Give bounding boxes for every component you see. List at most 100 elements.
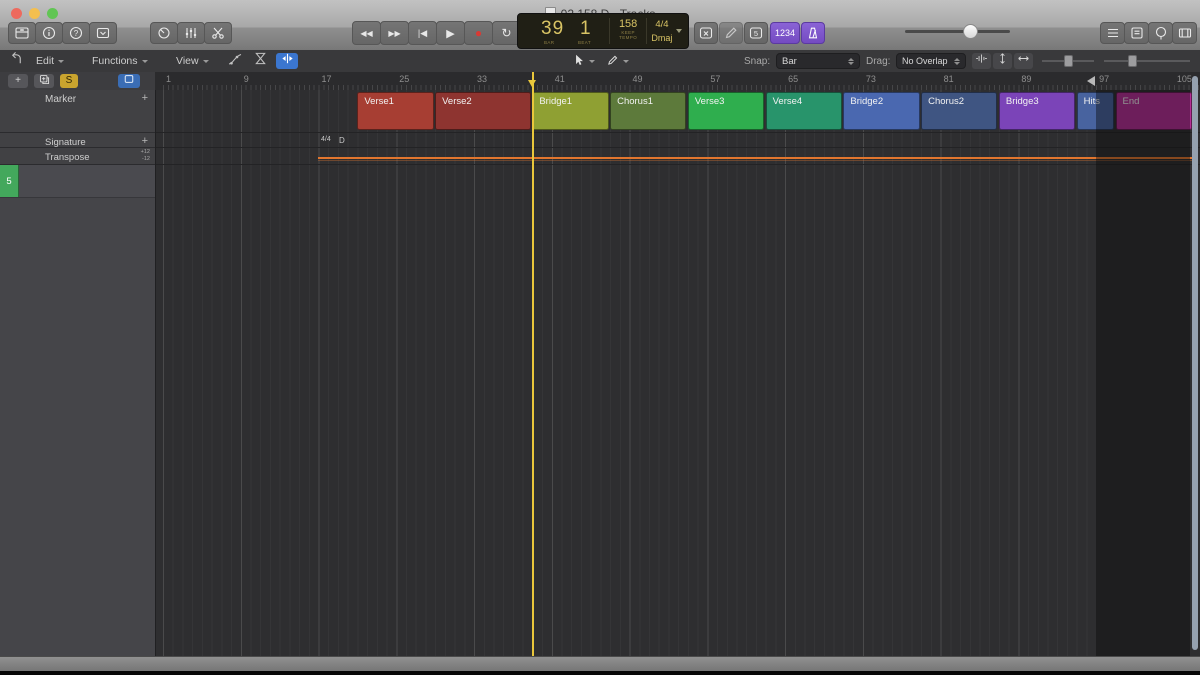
vertical-auto-zoom-button[interactable] bbox=[993, 53, 1012, 69]
arrangement-marker[interactable]: Verse2 bbox=[435, 92, 531, 130]
quick-help-button[interactable]: ? bbox=[62, 22, 90, 44]
pencil-tool-icon bbox=[606, 53, 619, 70]
catch-playhead-icon bbox=[280, 51, 295, 71]
browsers-button[interactable] bbox=[1172, 22, 1197, 44]
lcd-beat-label: BEAT bbox=[578, 40, 591, 45]
transpose-lane[interactable] bbox=[155, 148, 1200, 165]
transpose-track-header[interactable]: Transpose+12-12 bbox=[0, 148, 155, 165]
vertical-scrollbar[interactable] bbox=[1192, 76, 1198, 650]
volume-knob[interactable] bbox=[963, 24, 978, 39]
vertical-zoom-slider[interactable] bbox=[1042, 58, 1094, 63]
record-button[interactable]: ● bbox=[464, 21, 493, 45]
lcd-chevron-icon[interactable] bbox=[676, 29, 682, 33]
marker-track-header[interactable]: Marker + bbox=[0, 90, 155, 133]
signature-track-header[interactable]: Signature+ bbox=[0, 133, 155, 148]
horizontal-zoom-slider[interactable] bbox=[1104, 58, 1190, 63]
bar-ruler[interactable]: 191725334149576573818997105 bbox=[155, 72, 1200, 91]
view-menu[interactable]: View bbox=[176, 50, 209, 72]
arrangement-marker[interactable]: Chorus1 bbox=[610, 92, 686, 130]
library-button[interactable] bbox=[8, 22, 36, 44]
duplicate-track-button[interactable] bbox=[34, 74, 54, 88]
left-click-tool-menu[interactable] bbox=[572, 50, 595, 72]
count-in-label: 1234 bbox=[775, 28, 795, 38]
horizontal-auto-zoom-button[interactable] bbox=[1014, 53, 1033, 69]
editors-button[interactable] bbox=[204, 22, 232, 44]
info-icon bbox=[41, 25, 57, 41]
arrangement-marker[interactable]: Verse3 bbox=[688, 92, 764, 130]
record-icon: ● bbox=[475, 26, 482, 40]
rewind-button[interactable]: ◀◀ bbox=[352, 21, 381, 45]
waveform-zoom-icon bbox=[974, 52, 989, 70]
drag-select[interactable]: No Overlap bbox=[896, 53, 966, 69]
metronome-button[interactable] bbox=[801, 22, 825, 44]
arrangement-marker[interactable]: Chorus2 bbox=[921, 92, 997, 130]
play-button[interactable]: ▶ bbox=[436, 21, 465, 45]
ruler-bar-number: 65 bbox=[788, 74, 798, 84]
window-bottom-bar bbox=[0, 656, 1200, 672]
list-editors-button[interactable] bbox=[1100, 22, 1125, 44]
arrange-area[interactable]: Verse1Verse2Bridge1Chorus1Verse3Verse4Br… bbox=[155, 90, 1200, 656]
arrangement-marker[interactable]: Verse4 bbox=[766, 92, 842, 130]
forward-icon: ▶▶ bbox=[388, 29, 400, 38]
automation-button[interactable] bbox=[224, 53, 246, 69]
mixer-button[interactable] bbox=[177, 22, 205, 44]
arrangement-marker[interactable]: Bridge3 bbox=[999, 92, 1075, 130]
count-in-button[interactable]: 1234 bbox=[770, 22, 800, 44]
pointer-tool-icon bbox=[572, 53, 585, 70]
stop-to-start-button[interactable]: |◀ bbox=[408, 21, 437, 45]
bar-grid bbox=[163, 90, 1096, 656]
vertical-zoom-knob[interactable] bbox=[1064, 55, 1073, 67]
playhead[interactable] bbox=[532, 72, 534, 656]
edit-menu[interactable]: Edit bbox=[36, 50, 64, 72]
command-click-tool-menu[interactable] bbox=[606, 50, 629, 72]
marker-lane[interactable]: Verse1Verse2Bridge1Chorus1Verse3Verse4Br… bbox=[155, 90, 1200, 133]
list-icon bbox=[1105, 25, 1121, 41]
screen-edge bbox=[0, 671, 1200, 675]
horizontal-zoom-knob[interactable] bbox=[1128, 55, 1137, 67]
solo-off-button[interactable] bbox=[694, 22, 718, 44]
nav-back-button[interactable] bbox=[6, 53, 26, 69]
arrangement-marker[interactable]: Bridge1 bbox=[532, 92, 608, 130]
apple-loops-button[interactable] bbox=[1148, 22, 1173, 44]
pencil-icon bbox=[723, 25, 739, 41]
x-box-icon bbox=[698, 25, 714, 41]
functions-menu[interactable]: Functions bbox=[92, 50, 148, 72]
five-box-icon: 5 bbox=[748, 25, 764, 41]
forward-button[interactable]: ▶▶ bbox=[380, 21, 409, 45]
svg-text:?: ? bbox=[74, 29, 79, 38]
arrangement-marker[interactable]: Bridge2 bbox=[843, 92, 919, 130]
catch-playhead-button[interactable] bbox=[276, 53, 298, 69]
global-solo-button[interactable]: S bbox=[60, 74, 78, 88]
flex-button[interactable] bbox=[249, 53, 271, 69]
add-marker-track-header-button[interactable]: + bbox=[142, 92, 148, 104]
toolbar-icon bbox=[95, 25, 111, 41]
toolbar-button[interactable] bbox=[89, 22, 117, 44]
svg-text:5: 5 bbox=[754, 29, 758, 38]
ruler-bar-number: 49 bbox=[633, 74, 643, 84]
arrangement-marker[interactable]: Verse1 bbox=[357, 92, 433, 130]
track-header-toms[interactable]: 5 bbox=[0, 165, 155, 198]
playhead-handle[interactable] bbox=[528, 80, 536, 87]
rewind-icon: ◀◀ bbox=[360, 29, 372, 38]
marker-track-header-label: Marker bbox=[45, 94, 76, 105]
pencil-mode-button[interactable] bbox=[719, 22, 743, 44]
signature-lane[interactable]: 4/4D bbox=[155, 133, 1200, 148]
add-signature-track-header-button[interactable]: + bbox=[142, 135, 148, 147]
drag-label: Drag: bbox=[866, 50, 890, 72]
media-browser-icon bbox=[1177, 25, 1193, 41]
ruler-bar-number: 33 bbox=[477, 74, 487, 84]
automation-icon bbox=[227, 51, 243, 72]
division-button[interactable]: 5 bbox=[744, 22, 768, 44]
lcd-display[interactable]: 39 1 BAR BEAT 158 KEEP TEMPO 4/4 Dmaj bbox=[517, 13, 689, 49]
add-track-button[interactable]: + bbox=[8, 74, 28, 88]
inspector-button[interactable] bbox=[35, 22, 63, 44]
note-pads-button[interactable] bbox=[1124, 22, 1149, 44]
region-inspector-button[interactable] bbox=[118, 74, 140, 88]
smart-controls-button[interactable] bbox=[150, 22, 178, 44]
transpose-curve-shadow bbox=[318, 160, 1193, 161]
ruler-bar-number: 73 bbox=[866, 74, 876, 84]
project-end-marker[interactable] bbox=[1087, 76, 1095, 86]
snap-select[interactable]: Bar bbox=[776, 53, 860, 69]
waveform-zoom-button[interactable] bbox=[972, 53, 991, 69]
master-volume-slider[interactable] bbox=[905, 28, 1010, 34]
